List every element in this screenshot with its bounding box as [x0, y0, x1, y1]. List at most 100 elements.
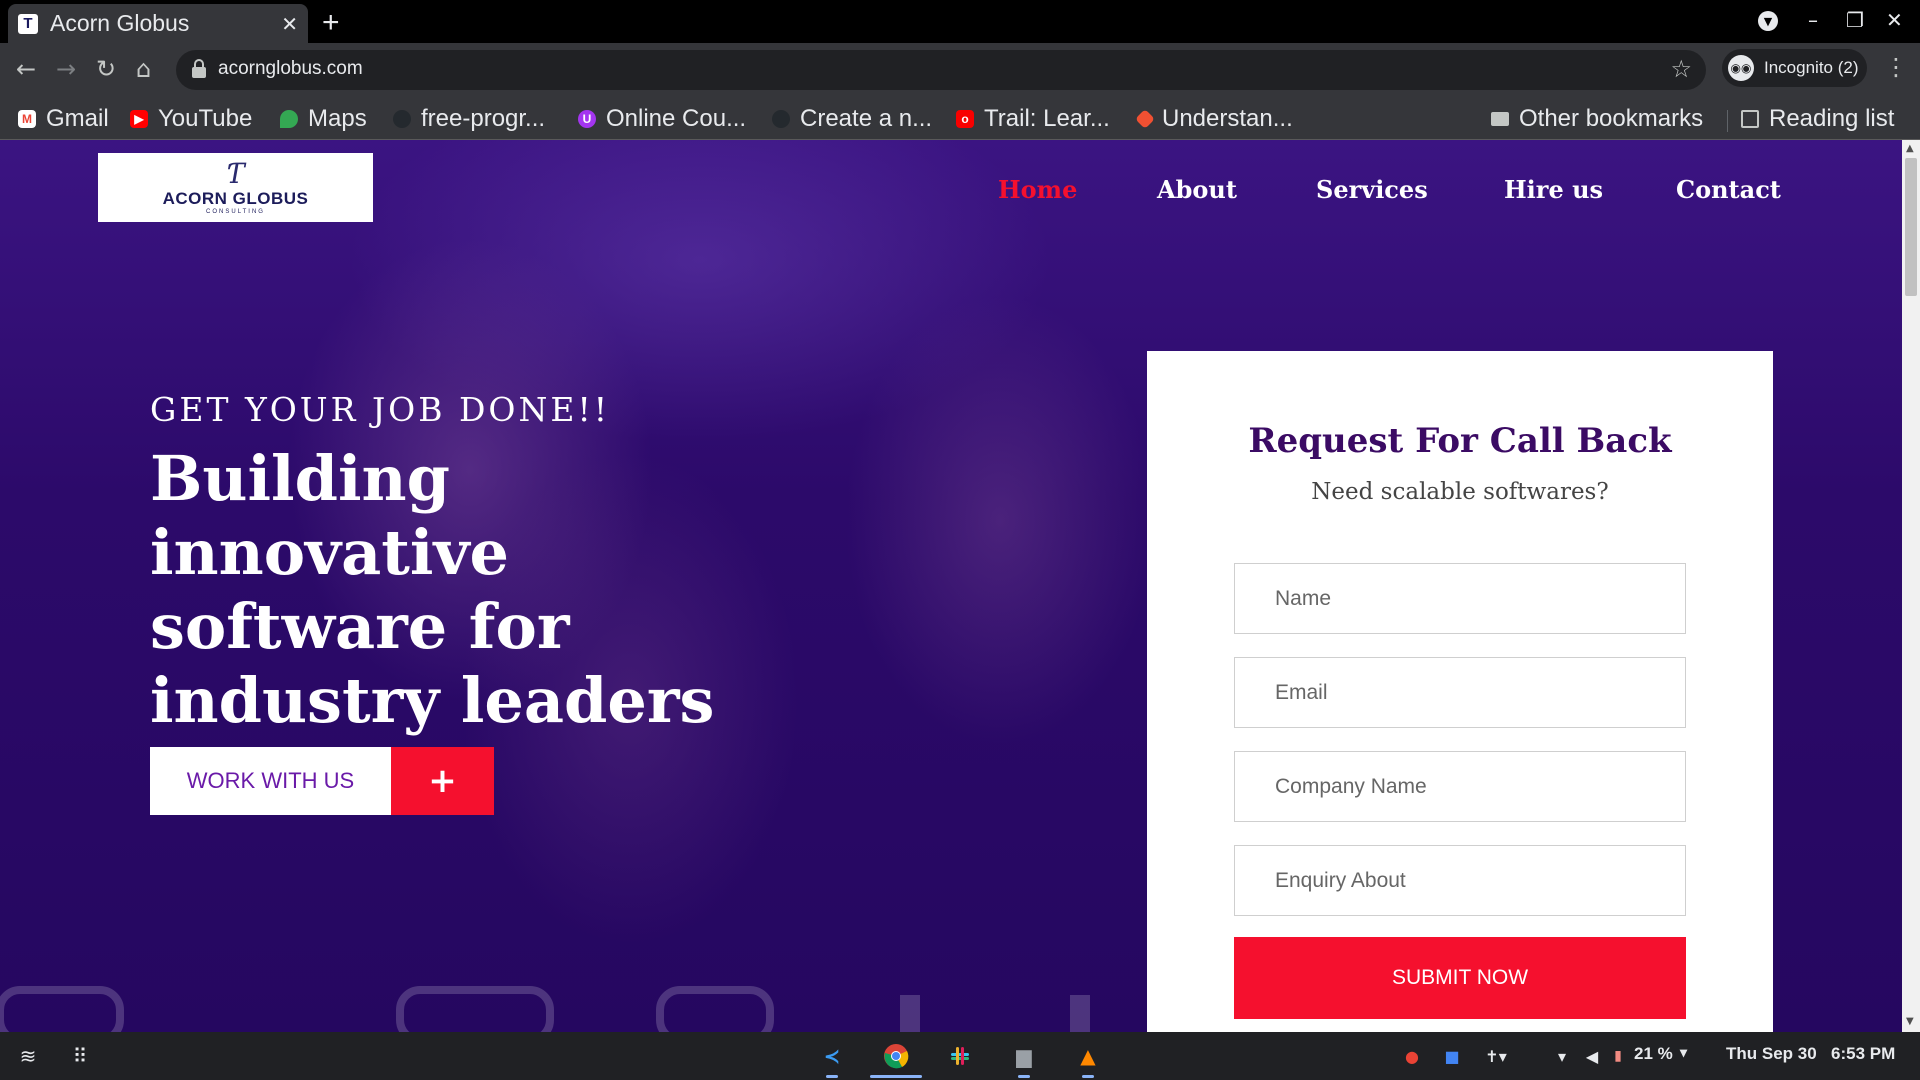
browser-tab-strip: T Acorn Globus ✕ + ▼ – ❐ ✕ — [0, 0, 1920, 43]
chrome-icon[interactable] — [882, 1042, 910, 1070]
email-input[interactable] — [1234, 657, 1686, 728]
company-name-input[interactable] — [1234, 751, 1686, 822]
restore-icon[interactable]: ❐ — [1846, 8, 1864, 32]
browser-menu-icon[interactable]: ⋮ — [1884, 53, 1908, 81]
slack-icon[interactable] — [946, 1042, 974, 1070]
reading-list-icon — [1741, 110, 1759, 128]
logo-subtitle: CONSULTING — [206, 208, 265, 215]
running-indicator — [1018, 1075, 1030, 1078]
bookmark-maps[interactable]: Maps — [280, 105, 367, 133]
page-scrollbar[interactable]: ▲ ▼ — [1902, 140, 1920, 1032]
address-bar[interactable]: acornglobus.com ☆ — [176, 50, 1706, 90]
site-favicon-icon: T — [18, 13, 38, 34]
form-title: Request For Call Back — [1248, 421, 1672, 461]
battery-icon[interactable]: ▮ — [1604, 1042, 1632, 1070]
oracle-icon: o — [956, 110, 974, 128]
os-shelf: ≋ ⠿ ≺ ▆ ▲ ● ■ ✝▾ ▾ ◀ ▮ 21 % ▾ Thu Sep 30… — [0, 1032, 1920, 1080]
shelf-date[interactable]: Thu Sep 30 — [1726, 1044, 1817, 1064]
plus-icon[interactable]: + — [391, 747, 494, 815]
work-with-us-button[interactable]: WORK WITH US + — [150, 747, 494, 815]
github-icon — [393, 110, 411, 128]
nav-services[interactable]: Services — [1316, 175, 1428, 204]
close-tab-icon[interactable]: ✕ — [281, 12, 298, 36]
reload-icon[interactable]: ↻ — [96, 55, 116, 83]
bookmarks-bar: M Gmail ▶ YouTube Maps free-progr... U O… — [0, 100, 1920, 140]
nav-contact[interactable]: Contact — [1676, 175, 1781, 204]
bookmark-label: free-progr... — [421, 105, 546, 132]
volume-icon[interactable]: ◀ — [1578, 1042, 1606, 1070]
incognito-icon: ◉◉ — [1728, 55, 1754, 81]
hero-headline: Building innovative software for industr… — [150, 442, 715, 737]
tray-chevron-icon[interactable]: ▾ — [1680, 1044, 1687, 1061]
alert-icon[interactable]: ● — [1398, 1042, 1426, 1070]
form-subtitle: Need scalable softwares? — [1311, 479, 1609, 505]
home-icon[interactable]: ⌂ — [136, 55, 151, 83]
bookmark-create-new[interactable]: Create a n... — [772, 105, 932, 133]
launcher-icon[interactable]: ≋ — [14, 1042, 42, 1070]
nav-hire-us[interactable]: Hire us — [1504, 175, 1603, 204]
callback-form-card: Request For Call Back Need scalable soft… — [1147, 351, 1773, 1032]
gmail-icon: M — [18, 110, 36, 128]
incognito-label: Incognito (2) — [1764, 58, 1859, 77]
bookmark-free-programming[interactable]: free-progr... — [393, 105, 545, 133]
bookmark-label: Understan... — [1162, 105, 1293, 132]
running-indicator — [1082, 1075, 1094, 1078]
bookmark-understanding[interactable]: Understan... — [1135, 105, 1293, 133]
logo-title: ACORN GLOBUS — [162, 188, 309, 208]
background-decoration — [0, 986, 1090, 1032]
lock-icon[interactable] — [192, 59, 206, 79]
bookmark-label: Trail: Lear... — [984, 105, 1110, 132]
url-text[interactable]: acornglobus.com — [218, 58, 363, 80]
scroll-up-icon[interactable]: ▲ — [1906, 143, 1914, 154]
reading-list[interactable]: Reading list — [1741, 105, 1894, 133]
vlc-icon[interactable]: ▲ — [1074, 1042, 1102, 1070]
folder-icon — [1491, 112, 1509, 126]
scroll-down-icon[interactable]: ▼ — [1906, 1016, 1914, 1027]
maps-icon — [280, 110, 298, 128]
running-indicator — [826, 1075, 838, 1078]
app-grid-icon[interactable]: ⠿ — [66, 1042, 94, 1070]
enquiry-about-input[interactable] — [1234, 845, 1686, 916]
cta-label[interactable]: WORK WITH US — [150, 747, 391, 815]
forward-icon[interactable]: → — [56, 55, 76, 83]
github-icon — [772, 110, 790, 128]
scrollbar-thumb[interactable] — [1905, 158, 1917, 296]
zoom-icon[interactable]: ■ — [1438, 1042, 1466, 1070]
other-bookmarks-label: Other bookmarks — [1519, 105, 1704, 132]
bookmark-label: Gmail — [46, 105, 109, 132]
site-logo[interactable]: Ƭ ACORN GLOBUS CONSULTING — [98, 153, 373, 222]
browser-toolbar: ← → ↻ ⌂ acornglobus.com ☆ ◉◉ Incognito (… — [0, 43, 1920, 100]
bookmark-online-courses[interactable]: U Online Cou... — [578, 105, 746, 133]
name-input[interactable] — [1234, 563, 1686, 634]
git-icon — [1135, 109, 1155, 129]
bookmark-star-icon[interactable]: ☆ — [1670, 55, 1692, 83]
page-viewport: Ƭ ACORN GLOBUS CONSULTING Home About Ser… — [0, 140, 1902, 1032]
back-icon[interactable]: ← — [16, 55, 36, 83]
wifi-icon[interactable]: ▾ — [1548, 1042, 1576, 1070]
shelf-time[interactable]: 6:53 PM — [1831, 1044, 1895, 1064]
minimize-icon[interactable]: – — [1808, 8, 1818, 32]
bookmark-youtube[interactable]: ▶ YouTube — [130, 105, 252, 133]
submit-now-button[interactable]: SUBMIT NOW — [1234, 937, 1686, 1019]
accessibility-icon[interactable]: ✝▾ — [1482, 1042, 1510, 1070]
udemy-icon: U — [578, 110, 596, 128]
new-tab-icon[interactable]: + — [322, 6, 340, 40]
nav-home[interactable]: Home — [998, 175, 1077, 204]
bookmark-label: YouTube — [158, 105, 253, 132]
bookmark-label: Online Cou... — [606, 105, 747, 132]
incognito-indicator[interactable]: ◉◉ Incognito (2) — [1722, 49, 1867, 87]
bookmark-gmail[interactable]: M Gmail — [18, 105, 109, 133]
battery-percent[interactable]: 21 % — [1634, 1044, 1673, 1064]
bookmark-label: Create a n... — [800, 105, 933, 132]
acorn-logo-icon: Ƭ — [223, 156, 248, 190]
tab-search-icon[interactable]: ▼ — [1758, 11, 1778, 31]
vscode-icon[interactable]: ≺ — [818, 1042, 846, 1070]
window-close-icon[interactable]: ✕ — [1886, 8, 1903, 32]
other-bookmarks[interactable]: Other bookmarks — [1491, 105, 1703, 133]
files-icon[interactable]: ▆ — [1010, 1042, 1038, 1070]
bookmark-trail[interactable]: o Trail: Lear... — [956, 105, 1110, 133]
active-app-indicator — [870, 1075, 922, 1078]
nav-about[interactable]: About — [1157, 175, 1237, 204]
bookmark-label: Maps — [308, 105, 367, 132]
browser-tab[interactable]: T Acorn Globus ✕ — [8, 4, 308, 43]
